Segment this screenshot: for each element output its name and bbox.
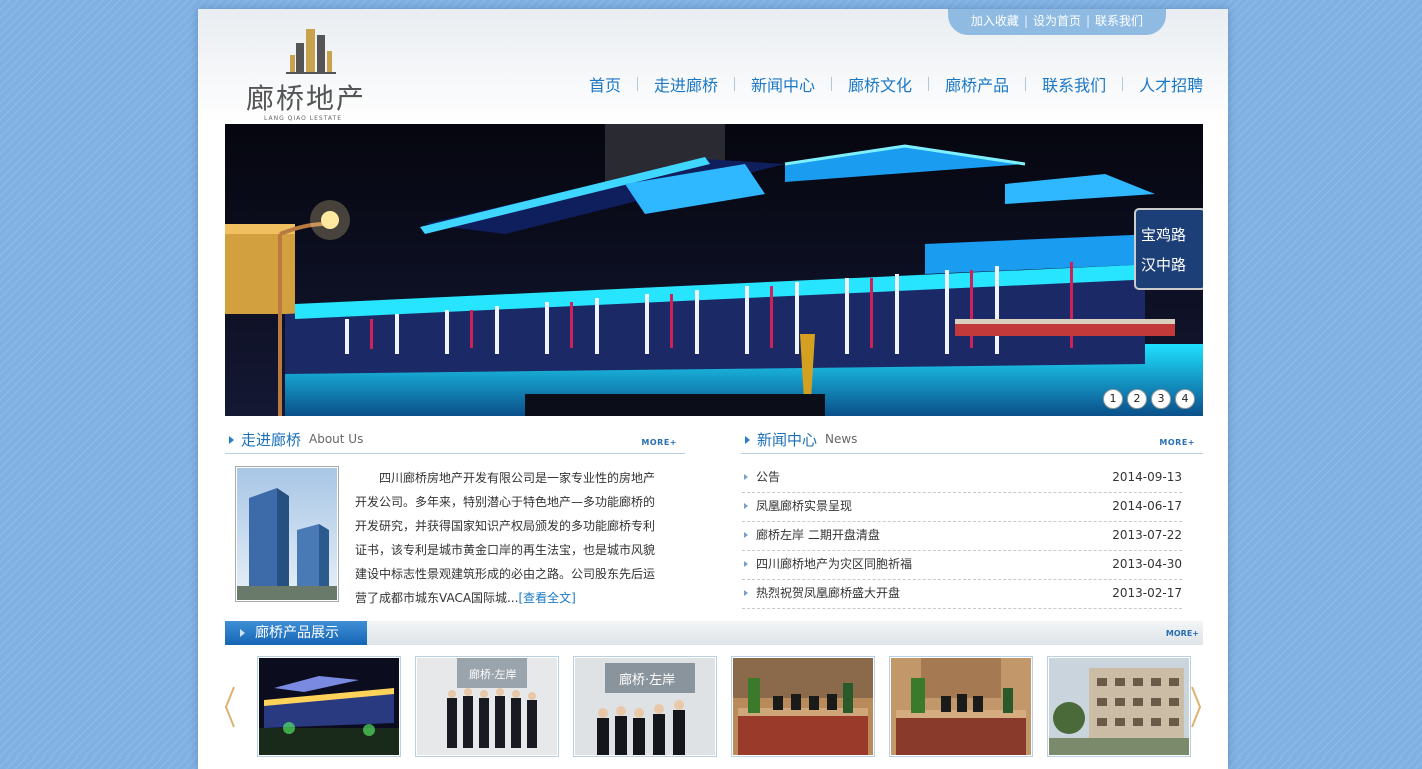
products-section-header: 廊桥产品展示 MORE+ (225, 621, 1203, 645)
news-item-title[interactable]: 凤凰廊桥实景呈现 (756, 493, 852, 519)
bullet-icon (744, 590, 748, 596)
nav-contact[interactable]: 联系我们 (1026, 72, 1122, 96)
bullet-arrow-icon (229, 436, 234, 444)
road-sign-line-1: 宝鸡路 (1141, 226, 1186, 244)
news-title-en: News (825, 432, 858, 446)
photo-sign-text: 廊桥·左岸 (619, 672, 675, 688)
news-item-title[interactable]: 热烈祝贺凤凰廊桥盛大开盘 (756, 580, 900, 606)
about-title-en: About Us (309, 432, 364, 446)
chevron-right-icon[interactable] (1189, 685, 1203, 729)
product-thumbnail[interactable] (889, 656, 1033, 757)
product-carousel: 廊桥·左岸 廊桥·左岸 (257, 656, 1191, 757)
news-list: 公告 2014-09-13 凤凰廊桥实景呈现 2014-06-17 廊桥左岸 二期开… (742, 464, 1182, 609)
news-title: 新闻中心 (757, 431, 818, 449)
add-favorite-link[interactable]: 加入收藏 (966, 14, 1024, 28)
slide-dot-4[interactable]: 4 (1175, 389, 1195, 409)
nav-home[interactable]: 首页 (573, 72, 637, 96)
news-item-title[interactable]: 公告 (756, 464, 780, 490)
top-links: 加入收藏 | 设为首页 | 联系我们 (948, 9, 1166, 35)
products-title-tab: 廊桥产品展示 (225, 621, 367, 645)
bullet-arrow-icon (240, 629, 245, 637)
news-item[interactable]: 四川廊桥地产为灾区同胞祈福 2013-04-30 (742, 551, 1182, 580)
product-thumbnail[interactable] (1047, 656, 1191, 757)
news-item-date: 2014-09-13 (1112, 470, 1182, 484)
set-homepage-link[interactable]: 设为首页 (1028, 14, 1086, 28)
news-item-date: 2014-06-17 (1112, 499, 1182, 513)
product-thumbnail[interactable] (731, 656, 875, 757)
banner-image: 宝鸡路 汉中路 (225, 124, 1203, 416)
slide-dot-1[interactable]: 1 (1103, 389, 1123, 409)
news-item-date: 2013-04-30 (1112, 557, 1182, 571)
products-more-link[interactable]: MORE+ (1166, 629, 1199, 638)
main-nav: 首页 走进廊桥 新闻中心 廊桥文化 廊桥产品 联系我们 人才招聘 (573, 72, 1219, 96)
nav-news[interactable]: 新闻中心 (735, 72, 831, 96)
bullet-icon (744, 561, 748, 567)
nav-about[interactable]: 走进廊桥 (638, 72, 734, 96)
about-description: 四川廊桥房地产开发有限公司是一家专业性的房地产开发公司。多年来，特别潜心于特色地… (355, 466, 661, 610)
news-section-header: 新闻中心 News MORE+ (741, 429, 1203, 454)
road-sign-line-2: 汉中路 (1141, 256, 1186, 274)
divider: | (1023, 14, 1028, 28)
bullet-icon (744, 503, 748, 509)
product-thumbnail[interactable] (257, 656, 401, 757)
product-thumbnail[interactable]: 廊桥·左岸 (573, 656, 717, 757)
logo-buildings-icon (286, 29, 336, 74)
banner-slideshow[interactable]: 宝鸡路 汉中路 1 2 3 4 (225, 124, 1203, 416)
photo-sign-text: 廊桥·左岸 (469, 667, 517, 681)
about-text: 四川廊桥房地产开发有限公司是一家专业性的房地产开发公司。多年来，特别潜心于特色地… (355, 471, 656, 605)
page-container: 加入收藏 | 设为首页 | 联系我们 廊桥地产 LANG QIAO LESTATE 首页… (198, 9, 1228, 769)
news-item[interactable]: 热烈祝贺凤凰廊桥盛大开盘 2013-02-17 (742, 580, 1182, 609)
news-item[interactable]: 公告 2014-09-13 (742, 464, 1182, 493)
news-item[interactable]: 凤凰廊桥实景呈现 2014-06-17 (742, 493, 1182, 522)
about-section-header: 走进廊桥 About Us MORE+ (225, 429, 685, 454)
bullet-icon (744, 532, 748, 538)
news-item-date: 2013-07-22 (1112, 528, 1182, 542)
read-more-link[interactable]: [查看全文] (518, 591, 575, 605)
divider: | (1086, 14, 1091, 28)
products-title: 廊桥产品展示 (255, 625, 339, 641)
logo[interactable]: 廊桥地产 LANG QIAO LESTATE (246, 21, 376, 122)
product-thumbnail[interactable]: 廊桥·左岸 (415, 656, 559, 757)
news-item[interactable]: 廊桥左岸 二期开盘清盘 2013-07-22 (742, 522, 1182, 551)
slide-dot-3[interactable]: 3 (1151, 389, 1171, 409)
news-more-link[interactable]: MORE+ (1159, 438, 1195, 447)
chevron-left-icon[interactable] (223, 685, 237, 729)
nav-products[interactable]: 廊桥产品 (929, 72, 1025, 96)
logo-subtitle: LANG QIAO LESTATE (264, 115, 342, 122)
logo-name: 廊桥地产 (246, 82, 367, 115)
slide-indicators: 1 2 3 4 (1103, 389, 1195, 409)
bullet-arrow-icon (745, 436, 750, 444)
bullet-icon (744, 474, 748, 480)
news-item-title[interactable]: 四川廊桥地产为灾区同胞祈福 (756, 551, 912, 577)
nav-careers[interactable]: 人才招聘 (1123, 72, 1219, 96)
about-more-link[interactable]: MORE+ (641, 438, 677, 447)
contact-us-link[interactable]: 联系我们 (1090, 14, 1148, 28)
news-item-title[interactable]: 廊桥左岸 二期开盘清盘 (756, 522, 880, 548)
about-title: 走进廊桥 (241, 431, 302, 449)
news-item-date: 2013-02-17 (1112, 586, 1182, 600)
about-photo (235, 466, 339, 602)
nav-culture[interactable]: 廊桥文化 (832, 72, 928, 96)
slide-dot-2[interactable]: 2 (1127, 389, 1147, 409)
